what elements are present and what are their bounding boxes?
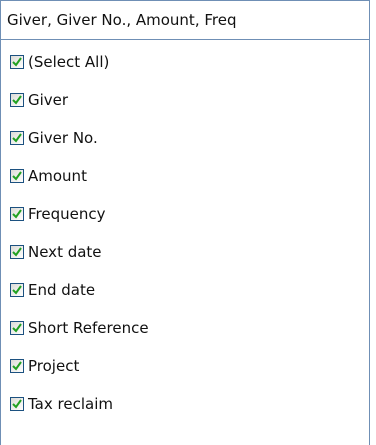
- check-mark-icon: [12, 399, 22, 409]
- option-project[interactable]: Project: [1, 347, 369, 385]
- check-mark-icon: [12, 133, 22, 143]
- option-label: Project: [28, 357, 80, 375]
- selected-columns-field[interactable]: Giver, Giver No., Amount, Freq: [0, 0, 370, 40]
- checkbox[interactable]: [10, 169, 24, 183]
- checkbox[interactable]: [10, 321, 24, 335]
- option-label: Giver: [28, 91, 69, 109]
- checkbox[interactable]: [10, 207, 24, 221]
- checkbox[interactable]: [10, 359, 24, 373]
- checkbox[interactable]: [10, 397, 24, 411]
- option-label: End date: [28, 281, 96, 299]
- option-giver-no[interactable]: Giver No.: [1, 119, 369, 157]
- check-mark-icon: [12, 95, 22, 105]
- option-amount[interactable]: Amount: [1, 157, 369, 195]
- option-label: Next date: [28, 243, 102, 261]
- option-end-date[interactable]: End date: [1, 271, 369, 309]
- checkbox[interactable]: [10, 131, 24, 145]
- checkbox[interactable]: [10, 55, 24, 69]
- option-label: Amount: [28, 167, 87, 185]
- option-select-all[interactable]: (Select All): [1, 43, 369, 81]
- option-label: Frequency: [28, 205, 106, 223]
- check-mark-icon: [12, 285, 22, 295]
- check-mark-icon: [12, 171, 22, 181]
- checkbox[interactable]: [10, 283, 24, 297]
- check-mark-icon: [12, 361, 22, 371]
- option-label: Giver No.: [28, 129, 98, 147]
- column-options-list: (Select All) Giver Giver No. Amount Freq…: [0, 40, 370, 445]
- option-label: Tax reclaim: [28, 395, 113, 413]
- option-label: Short Reference: [28, 319, 149, 337]
- checkbox[interactable]: [10, 93, 24, 107]
- checkbox[interactable]: [10, 245, 24, 259]
- option-short-reference[interactable]: Short Reference: [1, 309, 369, 347]
- option-label: (Select All): [28, 53, 110, 71]
- check-mark-icon: [12, 57, 22, 67]
- option-frequency[interactable]: Frequency: [1, 195, 369, 233]
- column-filter-dropdown: Giver, Giver No., Amount, Freq (Select A…: [0, 0, 376, 445]
- option-giver[interactable]: Giver: [1, 81, 369, 119]
- check-mark-icon: [12, 247, 22, 257]
- option-next-date[interactable]: Next date: [1, 233, 369, 271]
- check-mark-icon: [12, 323, 22, 333]
- check-mark-icon: [12, 209, 22, 219]
- option-tax-reclaim[interactable]: Tax reclaim: [1, 385, 369, 423]
